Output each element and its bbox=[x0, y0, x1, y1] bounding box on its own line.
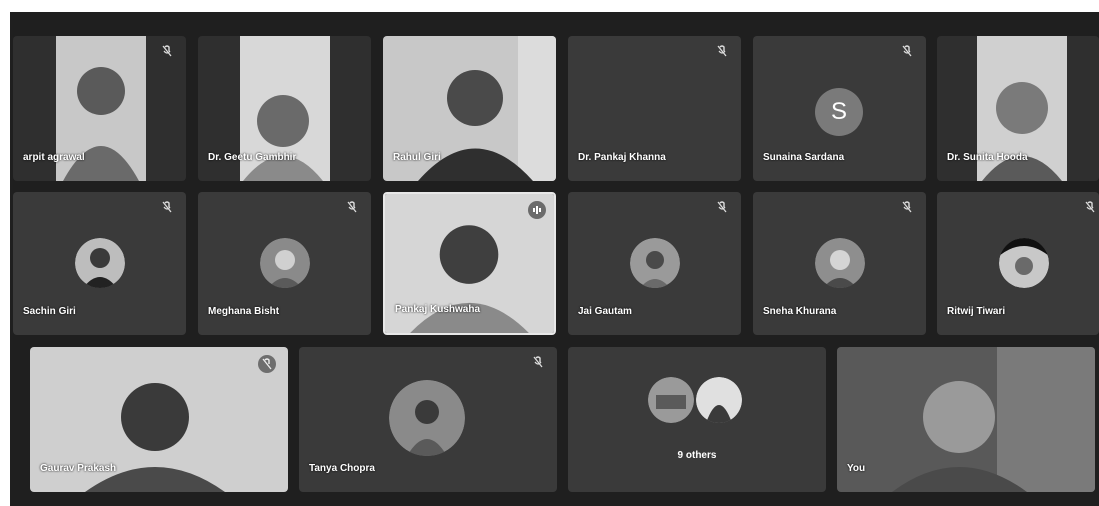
avatar bbox=[389, 380, 465, 456]
meeting-grid: arpit agrawal Dr. Geetu Gambhir Rahul Gi… bbox=[10, 12, 1099, 506]
participant-tile[interactable]: Sneha Khurana bbox=[753, 192, 926, 335]
audio-level-icon bbox=[528, 201, 546, 219]
avatar bbox=[999, 238, 1049, 288]
avatar: S bbox=[815, 88, 863, 136]
participant-name: Jai Gautam bbox=[578, 306, 632, 317]
avatar bbox=[815, 238, 865, 288]
others-count: 9 others bbox=[677, 450, 717, 461]
participant-name: Sachin Giri bbox=[23, 306, 76, 317]
participant-name: You bbox=[847, 463, 866, 474]
participant-tile[interactable]: Tanya Chopra bbox=[299, 347, 557, 492]
mic-off-icon bbox=[345, 200, 359, 214]
participant-name: Meghana Bisht bbox=[208, 306, 280, 317]
participant-video bbox=[837, 347, 1095, 492]
participant-tile[interactable]: Pankaj Kushwaha bbox=[383, 192, 556, 335]
participant-name: Rahul Giri bbox=[393, 152, 441, 163]
mic-off-icon bbox=[1083, 200, 1097, 214]
mic-off-icon bbox=[900, 44, 914, 58]
participant-name: Gaurav Prakash bbox=[40, 463, 117, 474]
participant-tile[interactable]: Dr. Sunita Hooda bbox=[937, 36, 1099, 181]
participant-name: arpit agrawal bbox=[23, 152, 85, 163]
mic-off-icon bbox=[715, 44, 729, 58]
participant-tile[interactable]: Gaurav Prakash bbox=[30, 347, 288, 492]
avatar bbox=[630, 238, 680, 288]
participant-tile[interactable]: Rahul Giri bbox=[383, 36, 556, 181]
participant-tile[interactable]: S Sunaina Sardana bbox=[753, 36, 926, 181]
mic-off-icon bbox=[715, 200, 729, 214]
participant-name: Dr. Pankaj Khanna bbox=[578, 152, 666, 163]
participant-tile[interactable]: Ritwij Tiwari bbox=[937, 192, 1099, 335]
participant-tile[interactable]: You bbox=[837, 347, 1095, 492]
mic-off-icon bbox=[531, 355, 545, 369]
avatar bbox=[696, 377, 742, 423]
participant-name: Ritwij Tiwari bbox=[947, 306, 1006, 317]
mic-off-icon bbox=[160, 200, 174, 214]
participant-name: Sunaina Sardana bbox=[763, 152, 845, 163]
participant-name: Dr. Sunita Hooda bbox=[947, 152, 1028, 163]
participant-name: Dr. Geetu Gambhir bbox=[208, 152, 297, 163]
participant-name: Tanya Chopra bbox=[309, 463, 375, 474]
participant-name: Sneha Khurana bbox=[763, 306, 837, 317]
avatar bbox=[648, 377, 694, 423]
participant-tile[interactable]: Meghana Bisht bbox=[198, 192, 371, 335]
participant-tile[interactable]: arpit agrawal bbox=[13, 36, 186, 181]
mic-off-icon bbox=[258, 355, 276, 373]
avatar bbox=[75, 238, 125, 288]
participant-tile[interactable]: Jai Gautam bbox=[568, 192, 741, 335]
participant-name: Pankaj Kushwaha bbox=[395, 304, 481, 315]
avatar bbox=[260, 238, 310, 288]
participant-tile[interactable]: Dr. Geetu Gambhir bbox=[198, 36, 371, 181]
mic-off-icon bbox=[160, 44, 174, 58]
others-tile[interactable]: 9 others bbox=[568, 347, 826, 492]
mic-off-icon bbox=[900, 200, 914, 214]
participant-tile[interactable]: Dr. Pankaj Khanna bbox=[568, 36, 741, 181]
participant-tile[interactable]: Sachin Giri bbox=[13, 192, 186, 335]
